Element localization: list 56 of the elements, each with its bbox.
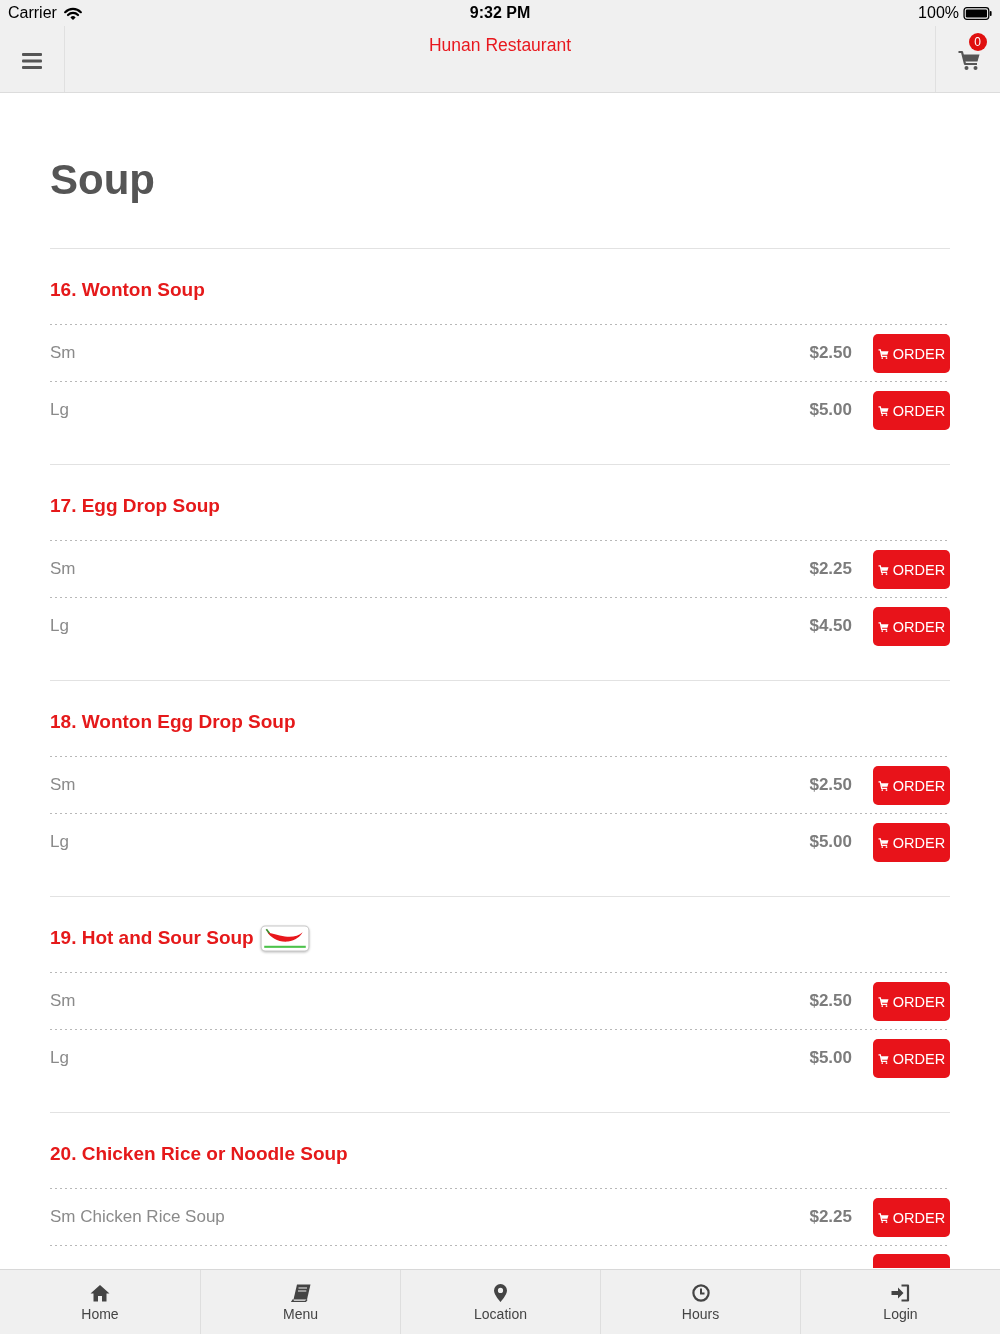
cart-icon: [877, 564, 889, 575]
price: $4.50: [809, 616, 852, 636]
order-button[interactable]: ORDER: [873, 607, 950, 646]
dish-name: 16. Wonton Soup: [50, 279, 205, 301]
clock-time: 9:32 PM: [469, 4, 531, 22]
size-label: Lg: [50, 832, 69, 852]
cart-icon: [877, 780, 889, 791]
clock-icon: [691, 1284, 710, 1302]
price: $2.25: [809, 559, 852, 579]
size-label: Lg: [50, 1048, 69, 1068]
dish-name: 17. Egg Drop Soup: [50, 495, 220, 517]
price: $5.00: [809, 832, 852, 852]
order-button[interactable]: ORDER: [873, 823, 950, 862]
dish-name: 19. Hot and Sour Soup: [50, 927, 254, 949]
order-button[interactable]: ORDER: [873, 550, 950, 589]
cart-icon: [877, 1212, 889, 1223]
cart-icon: [957, 50, 980, 70]
cart-count-badge: 0: [968, 33, 987, 51]
book-icon: [290, 1284, 311, 1302]
order-button[interactable]: ORDER: [873, 391, 950, 430]
price: $2.50: [809, 991, 852, 1011]
wifi-icon: [63, 6, 82, 20]
cart-icon: [877, 1053, 889, 1064]
size-label: Sm: [50, 775, 76, 795]
order-button[interactable]: ORDER: [873, 1039, 950, 1078]
size-label: Sm: [50, 343, 76, 363]
price: $5.00: [809, 400, 852, 420]
order-button[interactable]: ORDER: [873, 1198, 950, 1237]
size-label: Lg: [50, 616, 69, 636]
dish-name: 20. Chicken Rice or Noodle Soup: [50, 1143, 348, 1165]
map-pin-icon: [494, 1284, 507, 1302]
price: $2.25: [809, 1207, 852, 1227]
cart-icon: [877, 348, 889, 359]
home-icon: [90, 1284, 110, 1302]
cart-icon: [877, 996, 889, 1007]
menu-icon: [22, 52, 42, 69]
battery-icon: [963, 6, 992, 20]
cart-icon: [877, 405, 889, 416]
cart-icon: [877, 621, 889, 632]
size-label: Lg: [50, 400, 69, 420]
order-button[interactable]: ORDER: [873, 982, 950, 1021]
restaurant-title: Hunan Restaurant: [428, 34, 571, 56]
order-button[interactable]: ORDER: [873, 766, 950, 805]
size-label: Sm Chicken Rice Soup: [50, 1207, 225, 1227]
size-label: Sm: [50, 559, 76, 579]
price: $5.00: [809, 1048, 852, 1068]
sign-in-icon: [891, 1284, 910, 1302]
battery-percent: 100%: [918, 4, 959, 22]
category-title: Soup: [50, 156, 156, 204]
dish-name: 18. Wonton Egg Drop Soup: [50, 711, 296, 733]
cart-icon: [877, 837, 889, 848]
size-label: Sm: [50, 991, 76, 1011]
price: $2.50: [809, 343, 852, 363]
carrier-name: Carrier: [8, 4, 57, 22]
order-button[interactable]: ORDER: [873, 334, 950, 373]
price: $2.50: [809, 775, 852, 795]
